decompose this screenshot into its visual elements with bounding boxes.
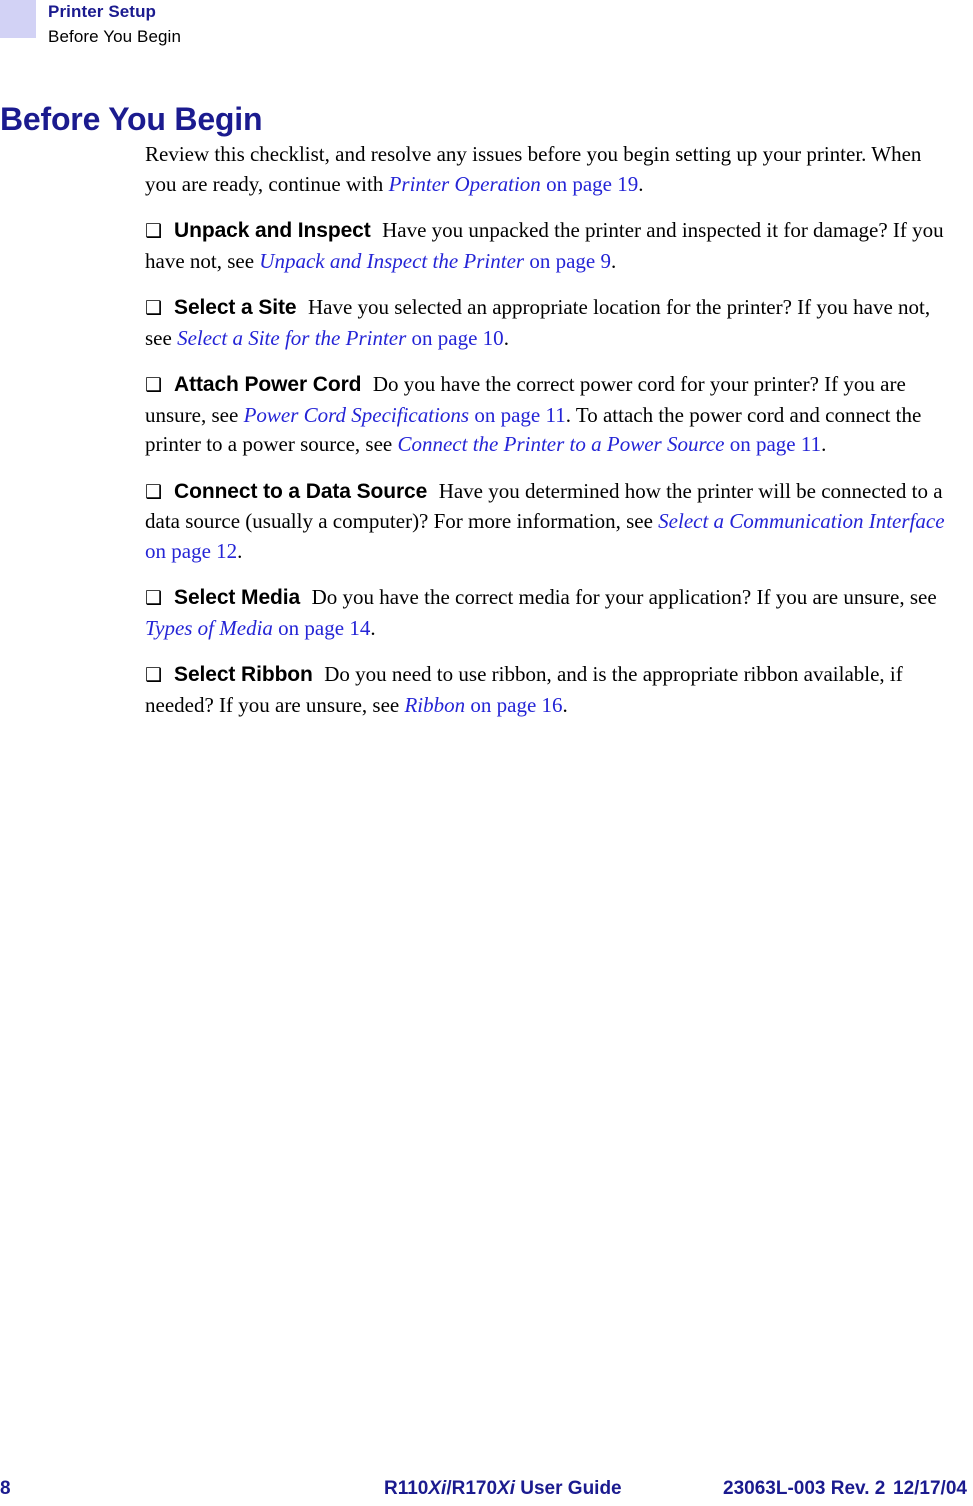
header-color-swatch: [0, 0, 36, 38]
footer-model-suffix-2: Xi: [497, 1478, 515, 1499]
footer-model-suffix-1: Xi: [428, 1478, 447, 1499]
checkbox-icon[interactable]: ❑: [145, 371, 162, 401]
checklist-item-unpack-and-inspect: ❑ Unpack and Inspect Have you unpacked the…: [145, 216, 957, 276]
cross-reference-link[interactable]: Ribbon: [404, 693, 465, 717]
footer-date: 12/17/04: [893, 1478, 967, 1499]
cross-reference-page[interactable]: on page 11: [469, 403, 565, 427]
cross-reference-link[interactable]: Select a Communication Interface: [658, 509, 944, 533]
document-body: Review this checklist, and resolve any i…: [145, 140, 957, 720]
checklist-item-text-before: Do you have the correct media for your a…: [311, 585, 937, 609]
checklist-item-label: Select Ribbon: [174, 663, 313, 686]
header-chapter-title: Printer Setup: [48, 2, 157, 21]
cross-reference-link[interactable]: Power Cord Specifications: [244, 403, 470, 427]
cross-reference-page[interactable]: on page 9: [524, 249, 611, 273]
checklist-item-select-media: ❑ Select Media Do you have the correct med…: [145, 583, 957, 643]
checklist-item-text-after: .: [610, 248, 617, 273]
checklist-item-select-a-site: ❑ Select a Site Have you selected an appro…: [145, 293, 957, 353]
checkbox-icon[interactable]: ❑: [145, 294, 162, 324]
footer-guide-part3: User Guide: [514, 1478, 622, 1499]
cross-reference-page[interactable]: on page 19: [541, 172, 638, 196]
checklist-item-text-after: .: [370, 615, 376, 640]
cross-reference-page[interactable]: on page 16: [465, 693, 562, 717]
footer-document-id: 23063L-003 Rev. 2: [723, 1478, 886, 1499]
checklist-item-select-ribbon: ❑ Select Ribbon Do you need to use ribbon,…: [145, 660, 957, 720]
checklist-item-label: Unpack and Inspect: [174, 219, 371, 242]
cross-reference-link[interactable]: Unpack and Inspect the Printer: [259, 249, 524, 273]
checklist-item-text-after: .: [503, 325, 509, 350]
page-footer: 8 R110Xi/R170Xi User Guide 23063L-003 Re…: [0, 1476, 973, 1506]
cross-reference-page[interactable]: on page 12: [145, 539, 237, 563]
page-title: Before You Begin: [0, 101, 263, 138]
checklist-item-text-after: .: [237, 538, 243, 563]
footer-page-number: 8: [0, 1478, 11, 1499]
footer-guide-part2: /R170: [446, 1478, 498, 1499]
cross-reference-link[interactable]: Printer Operation: [389, 172, 541, 196]
checklist-item-text-after: .: [821, 432, 827, 456]
footer-guide-title: R110Xi/R170Xi User Guide: [384, 1478, 622, 1500]
checkbox-icon[interactable]: ❑: [145, 661, 162, 691]
checklist-item-connect-to-a-data-source: ❑ Connect to a Data Source Have you determ…: [145, 477, 957, 567]
checkbox-icon[interactable]: ❑: [145, 584, 162, 614]
checklist-item-attach-power-cord: ❑ Attach Power Cord Do you have the correc…: [145, 370, 957, 460]
page-header: Printer Setup Before You Begin: [0, 0, 973, 60]
footer-guide-part1: R110: [384, 1478, 429, 1499]
cross-reference-link[interactable]: Types of Media: [145, 616, 273, 640]
checkbox-icon[interactable]: ❑: [145, 478, 162, 508]
cross-reference-page[interactable]: on page 10: [406, 326, 504, 350]
cross-reference-link-secondary[interactable]: Connect the Printer to a Power Source: [397, 432, 724, 456]
checklist-item-label: Attach Power Cord: [174, 373, 362, 396]
intro-text-after: .: [638, 171, 644, 196]
checklist-item-label: Select Media: [174, 586, 301, 609]
cross-reference-page-secondary[interactable]: on page 11: [724, 432, 821, 456]
header-text-block: Printer Setup Before You Begin: [48, 0, 181, 49]
intro-paragraph: Review this checklist, and resolve any i…: [145, 140, 957, 199]
checkbox-icon[interactable]: ❑: [145, 217, 162, 247]
checklist-item-label: Connect to a Data Source: [174, 479, 428, 503]
cross-reference-page[interactable]: on page 14: [273, 616, 370, 640]
checklist-item-text-after: .: [562, 692, 568, 717]
checklist-item-label: Select a Site: [174, 296, 297, 319]
cross-reference-link[interactable]: Select a Site for the Printer: [177, 326, 406, 350]
header-section-title: Before You Begin: [48, 27, 181, 47]
